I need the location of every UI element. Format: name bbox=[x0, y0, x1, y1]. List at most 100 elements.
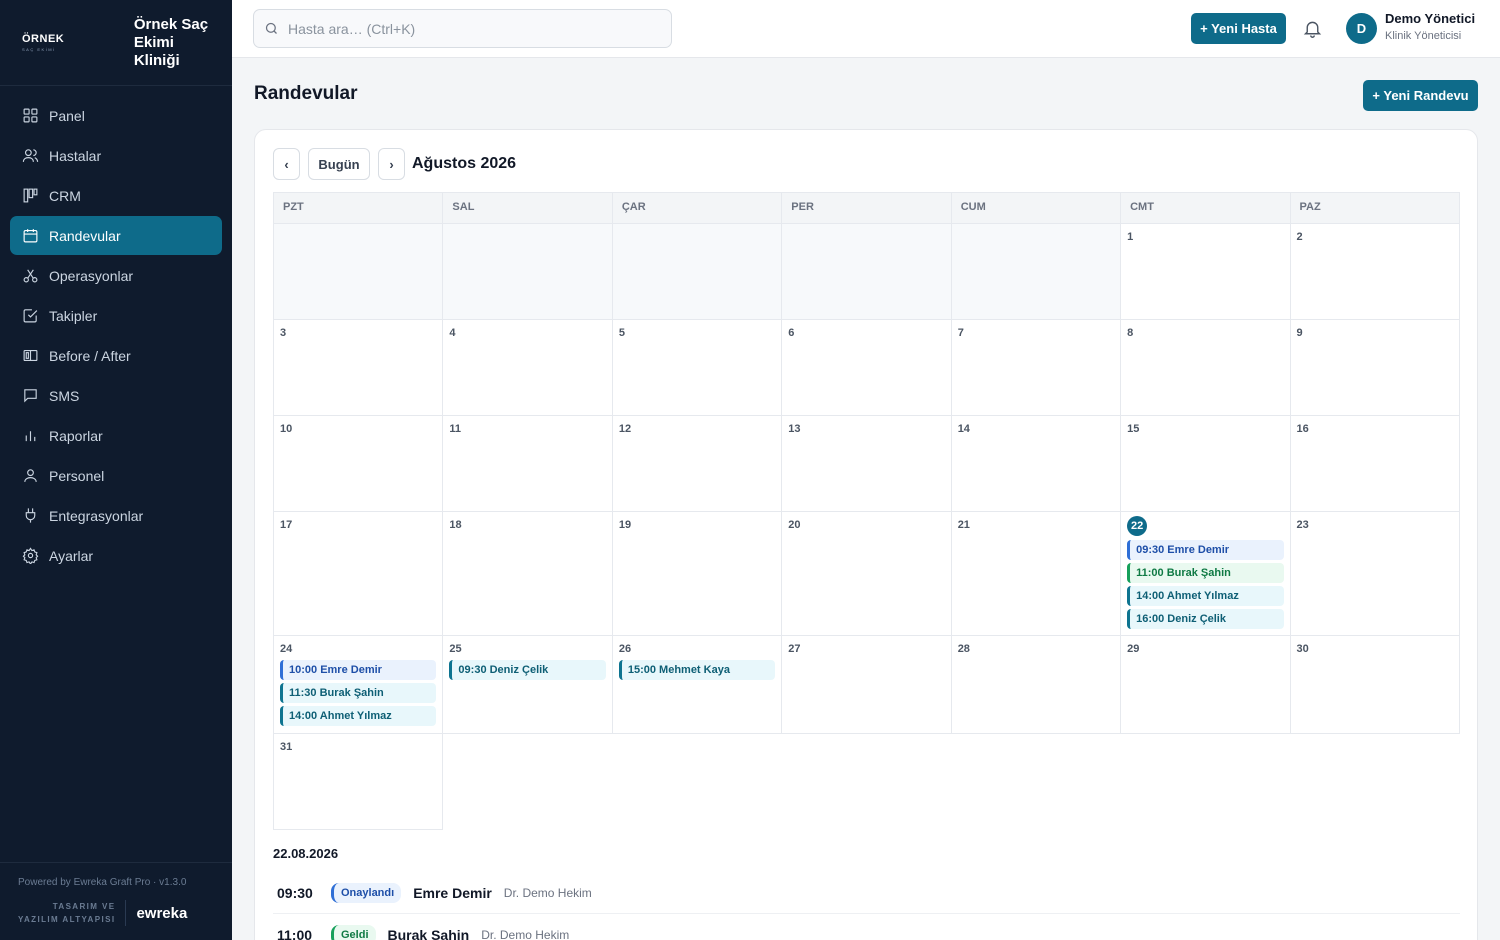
calendar-event[interactable]: 14:00 Ahmet Yılmaz bbox=[280, 706, 437, 726]
avatar[interactable]: D bbox=[1346, 13, 1377, 44]
calendar-event[interactable]: 09:30 Emre Demir bbox=[1127, 540, 1284, 560]
plug-icon bbox=[25, 508, 36, 523]
search-icon bbox=[265, 22, 277, 34]
sidebar-item-hastalar[interactable]: Hastalar bbox=[10, 136, 222, 175]
calendar-empty-cell bbox=[782, 224, 952, 320]
calendar-week: 31 bbox=[274, 734, 1460, 830]
day-number: 31 bbox=[280, 741, 293, 753]
sidebar-item-operasyonlar[interactable]: Operasyonlar bbox=[10, 256, 222, 295]
calendar-day-cell[interactable]: 13 bbox=[782, 416, 952, 512]
day-number: 3 bbox=[280, 327, 287, 339]
calendar-event[interactable]: 16:00 Deniz Çelik bbox=[1127, 609, 1284, 629]
calendar-day-cell[interactable]: 23 bbox=[1290, 512, 1460, 636]
sidebar-item-panel[interactable]: Panel bbox=[10, 96, 222, 135]
bar-chart-icon bbox=[25, 431, 36, 442]
calendar-day-cell[interactable]: 4 bbox=[443, 320, 613, 416]
calendar-empty-cell bbox=[612, 224, 783, 320]
calendar-day-cell[interactable]: 21 bbox=[951, 512, 1122, 636]
calendar-day-cell[interactable]: 8 bbox=[1121, 320, 1291, 416]
sidebar-item-crm[interactable]: CRM bbox=[10, 176, 222, 215]
new-patient-button[interactable]: + Yeni Hasta bbox=[1191, 13, 1286, 44]
calendar-day-cell[interactable]: 7 bbox=[951, 320, 1122, 416]
sidebar-item-sms[interactable]: SMS bbox=[10, 376, 222, 415]
search-box[interactable] bbox=[253, 9, 672, 48]
calendar-day-cell[interactable]: 20 bbox=[782, 512, 952, 636]
calendar-event[interactable]: 15:00 Mehmet Kaya bbox=[618, 660, 776, 680]
day-number: 18 bbox=[449, 519, 462, 531]
sidebar-item-before-after[interactable]: Before / After bbox=[10, 336, 222, 375]
search-input[interactable] bbox=[288, 20, 648, 37]
calendar-day-cell[interactable]: 26 15:00 Mehmet Kaya bbox=[612, 636, 783, 734]
doctor-name: Dr. Demo Hekim bbox=[503, 885, 592, 900]
grid-icon bbox=[23, 108, 38, 123]
calendar-day-cell[interactable]: 10 bbox=[274, 416, 444, 512]
appointment-time: 11:00 bbox=[277, 926, 313, 940]
day-number: 15 bbox=[1127, 423, 1140, 435]
calendar-day-cell[interactable]: 24 10:00 Emre Demir 11:30 Burak Şahin 14:00… bbox=[274, 636, 444, 734]
calendar-day-cell[interactable]: 28 bbox=[951, 636, 1122, 734]
new-appointment-button[interactable]: + Yeni Randevu bbox=[1363, 80, 1478, 111]
selected-day-title: 22.08.2026 bbox=[273, 846, 339, 861]
tasarim-line2: YAZILIM ALTYAPISI bbox=[18, 915, 116, 924]
gear-icon bbox=[22, 547, 39, 564]
calendar-day-cell[interactable]: 12 bbox=[612, 416, 783, 512]
logo-line1: ÖRNEK bbox=[22, 33, 65, 45]
sidebar-item-personel[interactable]: Personel bbox=[10, 456, 222, 495]
calendar-day-cell[interactable]: 31 bbox=[274, 734, 444, 830]
calendar-day-cell[interactable]: 25 09:30 Deniz Çelik bbox=[443, 636, 613, 734]
calendar-event[interactable]: 11:00 Burak Şahin bbox=[1127, 563, 1284, 583]
calendar-day-cell[interactable]: 19 bbox=[612, 512, 783, 636]
sidebar-item-raporlar[interactable]: Raporlar bbox=[10, 416, 222, 455]
calendar-day-cell[interactable]: 29 bbox=[1121, 636, 1291, 734]
calendar-empty-cell bbox=[1121, 734, 1290, 830]
calendar-event[interactable]: 11:30 Burak Şahin bbox=[280, 683, 437, 703]
calendar-day-cell[interactable]: 17 bbox=[274, 512, 444, 636]
calendar-empty-cell bbox=[782, 734, 951, 830]
calendar-day-cell[interactable]: 15 bbox=[1121, 416, 1291, 512]
calendar-day-cell[interactable]: 27 bbox=[782, 636, 952, 734]
day-number: 5 bbox=[618, 327, 625, 339]
prev-month-button[interactable]: ‹ bbox=[273, 148, 300, 180]
weekday-label: PZT bbox=[274, 193, 444, 224]
notifications-button[interactable] bbox=[1302, 18, 1323, 39]
day-number: 9 bbox=[1296, 327, 1303, 339]
calendar-day-cell[interactable]: 5 bbox=[612, 320, 783, 416]
day-number: 24 bbox=[280, 643, 293, 655]
calendar-event[interactable]: 09:30 Deniz Çelik bbox=[449, 660, 606, 680]
appointment-time: 09:30 bbox=[277, 884, 313, 901]
calendar-day-cell[interactable]: 1 bbox=[1121, 224, 1291, 320]
calendar-day-cell[interactable]: 16 bbox=[1290, 416, 1460, 512]
sidebar-item-takipler[interactable]: Takipler bbox=[10, 296, 222, 335]
calendar-day-cell[interactable]: 2 bbox=[1290, 224, 1460, 320]
next-month-button[interactable]: › bbox=[378, 148, 405, 180]
appointment-row[interactable]: 09:30 Onaylandı Emre Demir Dr. Demo Hekim bbox=[273, 872, 1460, 914]
calendar-day-cell[interactable]: 3 bbox=[274, 320, 444, 416]
logo-line2: SAÇ EKİMİ bbox=[22, 47, 56, 52]
calendar-day-cell[interactable]: 30 bbox=[1290, 636, 1460, 734]
today-button[interactable]: Bugün bbox=[308, 148, 370, 180]
calendar-event[interactable]: 14:00 Ahmet Yılmaz bbox=[1127, 586, 1284, 606]
calendar-day-cell[interactable]: 18 bbox=[443, 512, 613, 636]
sidebar-item-ayarlar[interactable]: Ayarlar bbox=[10, 536, 222, 575]
compare-icon bbox=[23, 349, 38, 362]
calendar-week: 12 bbox=[274, 224, 1460, 320]
day-number: 14 bbox=[957, 423, 970, 435]
sidebar-item-entegrasyonlar[interactable]: Entegrasyonlar bbox=[10, 496, 222, 535]
calendar-empty-cell bbox=[443, 734, 612, 830]
month-label: Ağustos 2026 bbox=[412, 155, 517, 172]
calendar-week: 10 11 12 13 14 15 16 bbox=[274, 416, 1460, 512]
calendar-week: 24 10:00 Emre Demir 11:30 Burak Şahin 14:00… bbox=[274, 636, 1460, 734]
sidebar-item-label: Hastalar bbox=[49, 147, 102, 164]
powered-by: Powered by Ewreka Graft Pro · v1.3.0 bbox=[18, 877, 187, 888]
calendar-day-cell[interactable]: 11 bbox=[443, 416, 613, 512]
sidebar-item-randevular[interactable]: Randevular bbox=[10, 216, 222, 255]
appointment-row[interactable]: 11:00 Geldi Burak Şahin Dr. Demo Hekim bbox=[273, 914, 1460, 940]
calendar-day-cell[interactable]: 6 bbox=[782, 320, 952, 416]
calendar-day-cell[interactable]: 9 bbox=[1290, 320, 1460, 416]
calendar-day-cell[interactable]: 14 bbox=[951, 416, 1122, 512]
day-number: 4 bbox=[449, 327, 456, 339]
calendar-event[interactable]: 10:00 Emre Demir bbox=[280, 660, 437, 680]
calendar-day-cell[interactable]: 22 09:30 Emre Demir 11:00 Burak Şahin 14:00… bbox=[1121, 512, 1291, 636]
day-number: 17 bbox=[280, 519, 293, 531]
weekday-label: SAL bbox=[443, 193, 613, 224]
